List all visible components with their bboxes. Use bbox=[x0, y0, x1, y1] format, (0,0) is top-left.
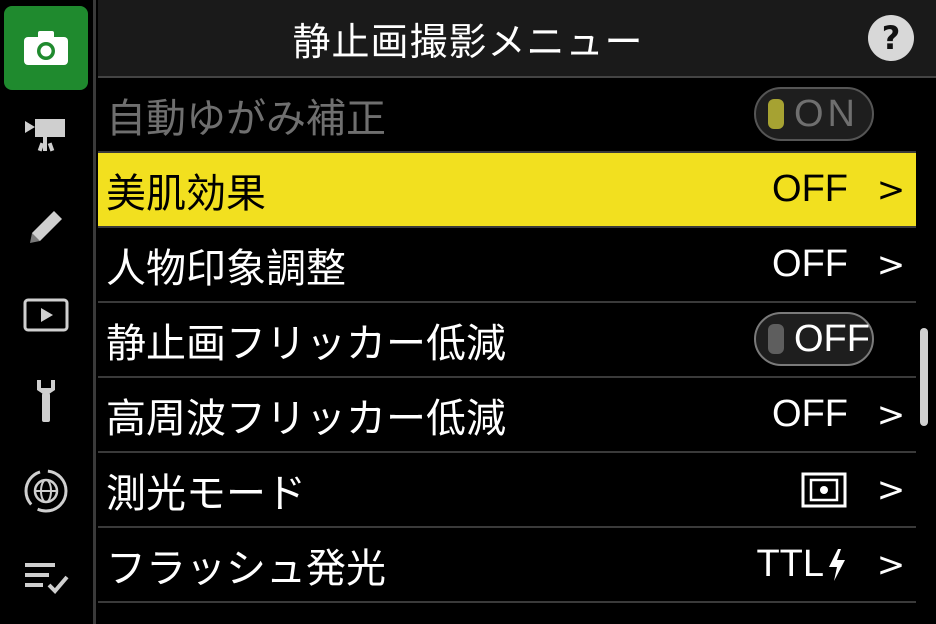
chevron-right-icon: > bbox=[876, 544, 906, 585]
menu-item-value: OFF bbox=[772, 243, 848, 285]
menu-sidebar bbox=[0, 0, 92, 624]
menu-item-label: 美肌効果 bbox=[106, 170, 266, 217]
toggle-knob bbox=[768, 324, 784, 354]
menu-item-metering[interactable]: 測光モード > bbox=[98, 453, 916, 528]
menu-item-label: 測光モード bbox=[106, 470, 306, 517]
chevron-right-icon: > bbox=[876, 394, 906, 435]
menu-item-label: フラッシュ発光 bbox=[106, 545, 386, 592]
chevron-right-icon: > bbox=[876, 244, 906, 285]
menu-item-partial bbox=[98, 606, 916, 624]
menu-item-auto-distortion-control[interactable]: 自動ゆがみ補正 ON bbox=[98, 78, 916, 153]
menu-item-skin-softening[interactable]: 美肌効果 OFF > bbox=[98, 153, 916, 228]
camera-menu-screen: 静止画撮影メニュー ? 自動ゆがみ補正 ON 美肌効果 OFF > 人物印象調整… bbox=[0, 0, 936, 624]
page-title: 静止画撮影メニュー bbox=[292, 19, 644, 64]
sidebar-item-setup[interactable] bbox=[4, 364, 88, 438]
matrix-metering-icon bbox=[801, 472, 847, 507]
menu-item-label: 人物印象調整 bbox=[106, 245, 346, 292]
toggle-knob bbox=[768, 99, 784, 129]
help-button[interactable]: ? bbox=[868, 15, 914, 61]
menu-list: 自動ゆがみ補正 ON 美肌効果 OFF > 人物印象調整 OFF > 静止画フリ… bbox=[98, 78, 916, 603]
menu-item-value: TTL bbox=[756, 528, 848, 601]
menu-item-label: 静止画フリッカー低減 bbox=[106, 320, 506, 367]
menu-item-label: 高周波フリッカー低減 bbox=[106, 395, 506, 442]
movie-camera-icon bbox=[25, 119, 65, 152]
sidebar-item-playback[interactable] bbox=[4, 278, 88, 352]
playback-icon bbox=[23, 298, 69, 332]
wrench-icon bbox=[37, 380, 55, 422]
menu-item-value: OFF bbox=[772, 393, 848, 435]
menu-item-photo-flicker-reduction[interactable]: 静止画フリッカー低減 OFF bbox=[98, 303, 916, 378]
sidebar-item-photo-shooting[interactable] bbox=[4, 6, 88, 90]
menu-item-value: OFF bbox=[772, 168, 848, 210]
flash-icon bbox=[829, 548, 845, 581]
network-icon bbox=[24, 469, 68, 513]
menu-item-value bbox=[800, 453, 848, 526]
toggle-switch[interactable]: OFF bbox=[754, 312, 874, 366]
toggle-value: OFF bbox=[794, 317, 870, 360]
flash-mode-text: TTL bbox=[756, 543, 824, 585]
sidebar-item-custom-settings[interactable] bbox=[4, 190, 88, 264]
scrollbar[interactable] bbox=[920, 328, 928, 426]
pencil-icon bbox=[30, 211, 62, 243]
chevron-right-icon: > bbox=[876, 169, 906, 210]
sidebar-item-my-menu[interactable] bbox=[4, 540, 88, 614]
menu-item-portrait-impression-balance[interactable]: 人物印象調整 OFF > bbox=[98, 228, 916, 303]
toggle-switch[interactable]: ON bbox=[754, 87, 874, 141]
camera-icon bbox=[24, 31, 68, 65]
menu-item-label: 自動ゆがみ補正 bbox=[106, 95, 386, 142]
menu-item-high-freq-flicker-reduction[interactable]: 高周波フリッカー低減 OFF > bbox=[98, 378, 916, 453]
sidebar-item-network[interactable] bbox=[4, 454, 88, 528]
sidebar-divider bbox=[93, 0, 96, 624]
my-menu-icon bbox=[25, 563, 69, 594]
toggle-value: ON bbox=[794, 92, 859, 135]
sidebar-item-movie-shooting[interactable] bbox=[4, 96, 88, 170]
menu-item-flash-control[interactable]: フラッシュ発光 TTL > bbox=[98, 528, 916, 603]
menu-header: 静止画撮影メニュー ? bbox=[98, 0, 936, 78]
chevron-right-icon: > bbox=[876, 469, 906, 510]
